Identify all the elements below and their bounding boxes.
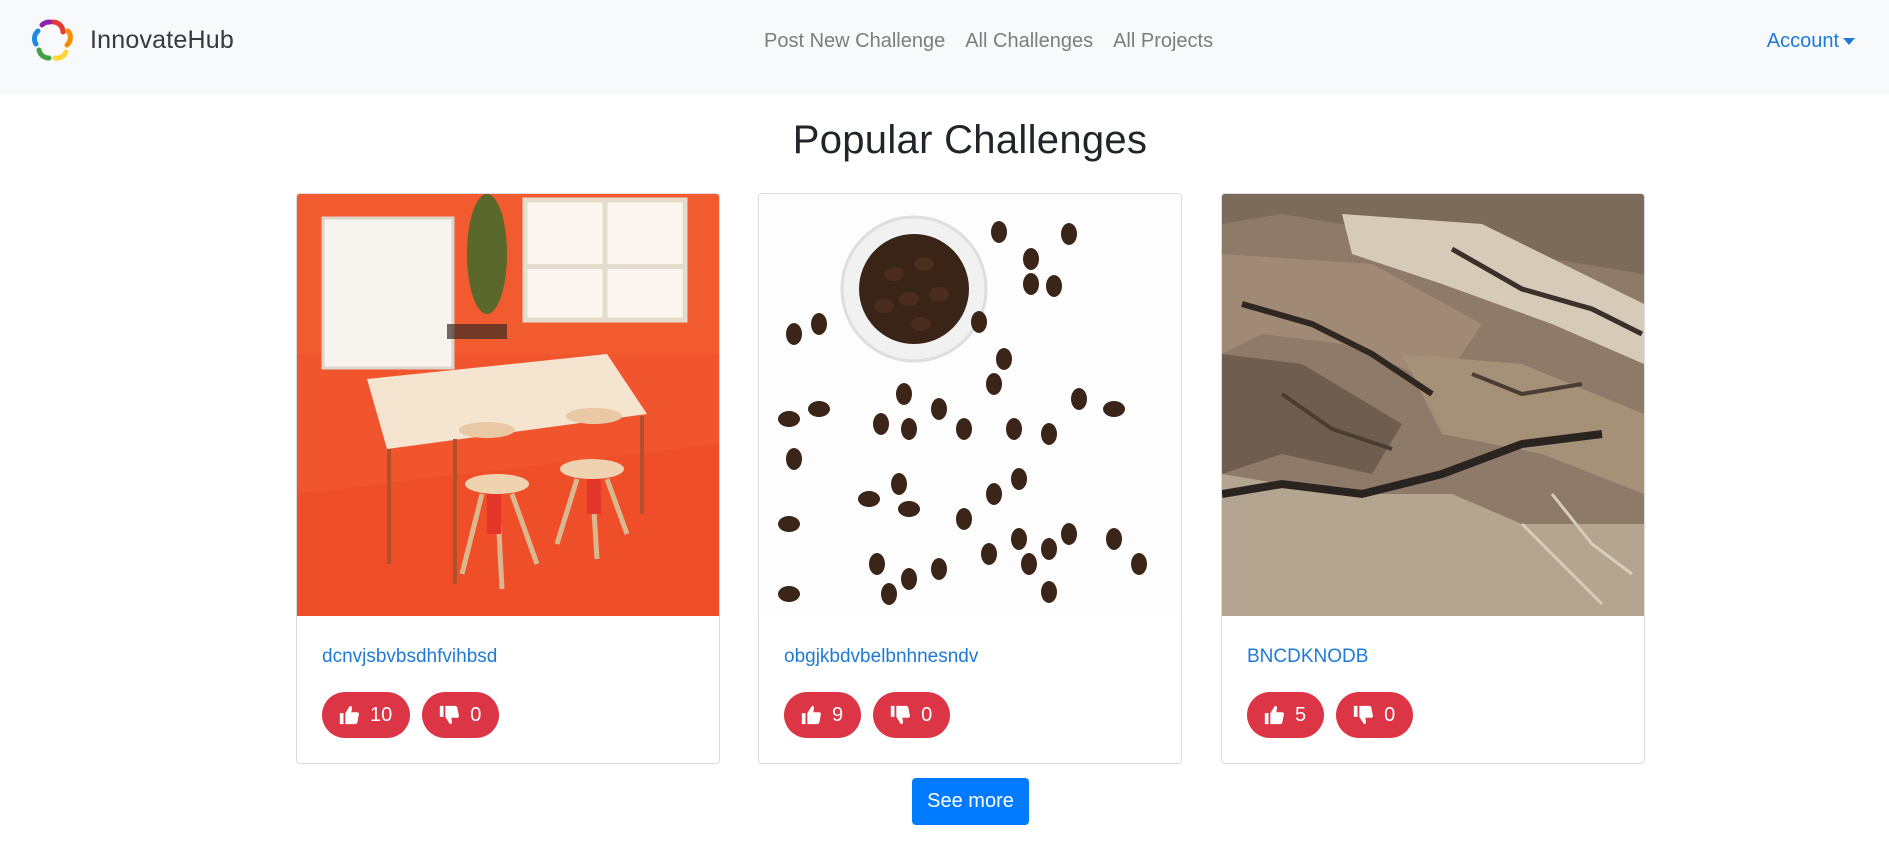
vote-row: 5 0 bbox=[1247, 692, 1414, 738]
nav-post-new-challenge[interactable]: Post New Challenge bbox=[764, 30, 945, 53]
challenge-image[interactable] bbox=[759, 194, 1181, 616]
thumbs-up-icon bbox=[801, 705, 821, 725]
like-count: 5 bbox=[1295, 703, 1307, 726]
challenge-card: obgjkbdvbelbnhnesndv 9 0 bbox=[758, 193, 1182, 764]
account-label: Account bbox=[1766, 29, 1839, 52]
challenge-title[interactable]: dcnvjsbvbsdhfvihbsd bbox=[322, 646, 497, 668]
challenge-card: BNCDKNODB 5 0 bbox=[1221, 193, 1645, 764]
account-dropdown[interactable]: Account bbox=[1767, 26, 1855, 56]
navbar: InnovateHub Post New Challenge All Chall… bbox=[0, 0, 1889, 94]
dislike-count: 0 bbox=[470, 703, 482, 726]
like-button[interactable]: 5 bbox=[1247, 692, 1325, 738]
challenge-image[interactable] bbox=[1222, 194, 1644, 616]
dislike-count: 0 bbox=[1384, 703, 1396, 726]
dislike-button[interactable]: 0 bbox=[422, 692, 500, 738]
coffee-beans-image bbox=[759, 194, 1181, 616]
like-count: 10 bbox=[370, 703, 393, 726]
thumbs-down-icon bbox=[1353, 705, 1374, 725]
nav-all-challenges[interactable]: All Challenges bbox=[965, 30, 1093, 53]
vote-row: 9 0 bbox=[784, 692, 951, 738]
nav-all-projects[interactable]: All Projects bbox=[1113, 30, 1213, 53]
like-button[interactable]: 10 bbox=[322, 692, 411, 738]
brand-name: InnovateHub bbox=[90, 25, 234, 54]
thumbs-up-icon bbox=[339, 705, 359, 725]
orange-room-image bbox=[297, 194, 719, 616]
challenge-title[interactable]: BNCDKNODB bbox=[1247, 646, 1368, 668]
vote-row: 10 0 bbox=[322, 692, 500, 738]
caret-down-icon bbox=[1843, 38, 1855, 45]
challenge-title[interactable]: obgjkbdvbelbnhnesndv bbox=[784, 646, 978, 668]
main-nav: Post New Challenge All Challenges All Pr… bbox=[764, 26, 1213, 56]
challenge-card: dcnvjsbvbsdhfvihbsd 10 0 bbox=[296, 193, 720, 764]
desert-mountains-image bbox=[1222, 194, 1644, 616]
brand-link[interactable]: InnovateHub bbox=[30, 17, 234, 63]
like-button[interactable]: 9 bbox=[784, 692, 862, 738]
dislike-button[interactable]: 0 bbox=[873, 692, 951, 738]
challenge-image[interactable] bbox=[297, 194, 719, 616]
see-more-button[interactable]: See more bbox=[912, 778, 1029, 825]
dislike-count: 0 bbox=[921, 703, 933, 726]
thumbs-up-icon bbox=[1264, 705, 1284, 725]
thumbs-down-icon bbox=[890, 705, 911, 725]
innovatehub-logo-icon bbox=[31, 19, 73, 61]
thumbs-down-icon bbox=[440, 705, 460, 725]
page-title: Popular Challenges bbox=[792, 118, 1148, 162]
like-count: 9 bbox=[832, 703, 844, 726]
dislike-button[interactable]: 0 bbox=[1336, 692, 1414, 738]
